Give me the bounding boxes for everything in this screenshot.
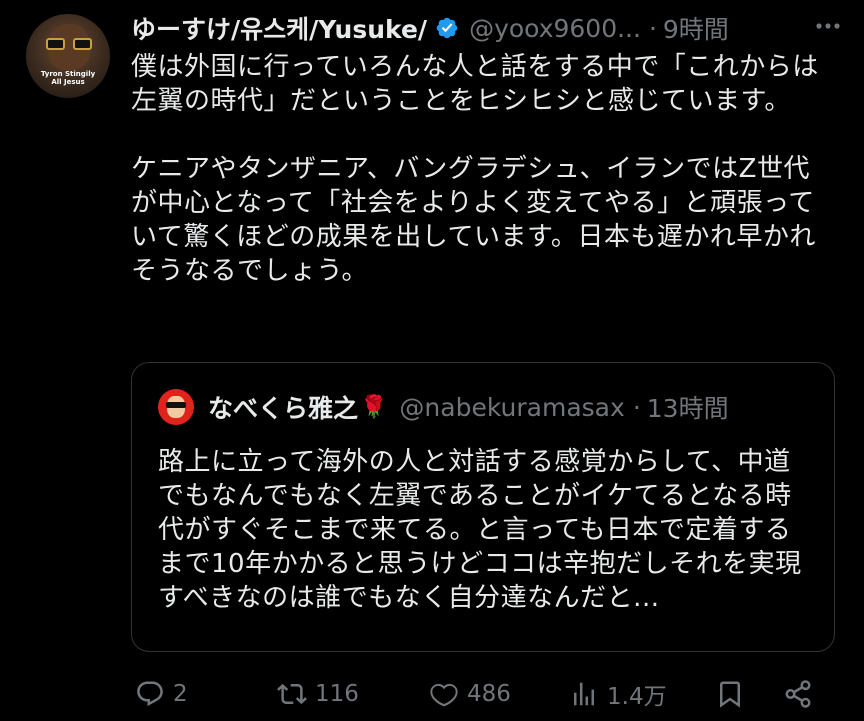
rose-emoji: 🌹: [360, 394, 388, 420]
quoted-timestamp[interactable]: 13時間: [647, 389, 729, 425]
share-icon: [783, 679, 813, 709]
bookmark-icon: [715, 679, 745, 709]
avatar-caption: Tyron Stingily All Jesus: [26, 70, 110, 86]
author-avatar[interactable]: Tyron Stingily All Jesus: [26, 14, 110, 98]
repost-button[interactable]: 116: [277, 674, 359, 714]
share-button[interactable]: [783, 674, 813, 714]
avatar-caption-line: All Jesus: [51, 78, 85, 86]
quoted-tweet-header: なべくら雅之 🌹 @nabekuramasax · 13時間: [158, 389, 729, 425]
like-button[interactable]: 486: [429, 674, 511, 714]
tweet-timestamp[interactable]: 9時間: [663, 10, 729, 46]
verified-badge-icon: [435, 16, 459, 40]
action-bar: 2 116 486 1.4万: [131, 674, 831, 714]
author-display-name[interactable]: ゆーすけ/유스케/Yusuke/: [131, 10, 427, 46]
header-separator: ·: [648, 13, 657, 43]
quoted-tweet-text: 路上に立って海外の人と対話する感覚からして、中道でもなんでもなく左翼であることが…: [158, 447, 802, 613]
more-options-icon[interactable]: [812, 14, 844, 38]
tweet-paragraph: 僕は外国に行っていろんな人と話をする中で「これからは左翼の時代」だということをヒ…: [131, 52, 819, 116]
repost-count: 116: [315, 681, 359, 707]
quoted-author-handle[interactable]: @nabekuramasax: [399, 393, 624, 422]
quoted-author-name[interactable]: なべくら雅之: [208, 389, 358, 425]
bookmark-button[interactable]: [715, 674, 745, 714]
tweet-header: ゆーすけ/유스케/Yusuke/ @yoox9600... · 9時間: [131, 8, 851, 48]
views-button[interactable]: 1.4万: [569, 674, 667, 714]
avatar-caption-line: Tyron Stingily: [40, 70, 96, 78]
views-icon: [569, 679, 599, 709]
like-icon: [429, 679, 459, 709]
reply-button[interactable]: 2: [135, 674, 188, 714]
author-handle[interactable]: @yoox9600...: [469, 14, 641, 43]
quoted-tweet-card[interactable]: なべくら雅之 🌹 @nabekuramasax · 13時間 路上に立って海外の…: [131, 362, 835, 652]
avatar-glasses: [46, 38, 92, 50]
like-count: 486: [467, 681, 511, 707]
reply-count: 2: [173, 681, 188, 707]
quoted-separator: ·: [632, 392, 641, 422]
quoted-tweet-body: 路上に立って海外の人と対話する感覚からして、中道でもなんでもなく左翼であることが…: [158, 445, 808, 615]
views-count: 1.4万: [607, 684, 667, 710]
quoted-author-avatar[interactable]: [158, 389, 194, 425]
repost-icon: [277, 679, 307, 709]
tweet-body: 僕は外国に行っていろんな人と話をする中で「これからは左翼の時代」だということをヒ…: [131, 50, 836, 288]
tweet-paragraph: ケニアやタンザニア、バングラデシュ、イランではZ世代が中心となって「社会をよりよ…: [131, 154, 816, 286]
reply-icon: [135, 679, 165, 709]
